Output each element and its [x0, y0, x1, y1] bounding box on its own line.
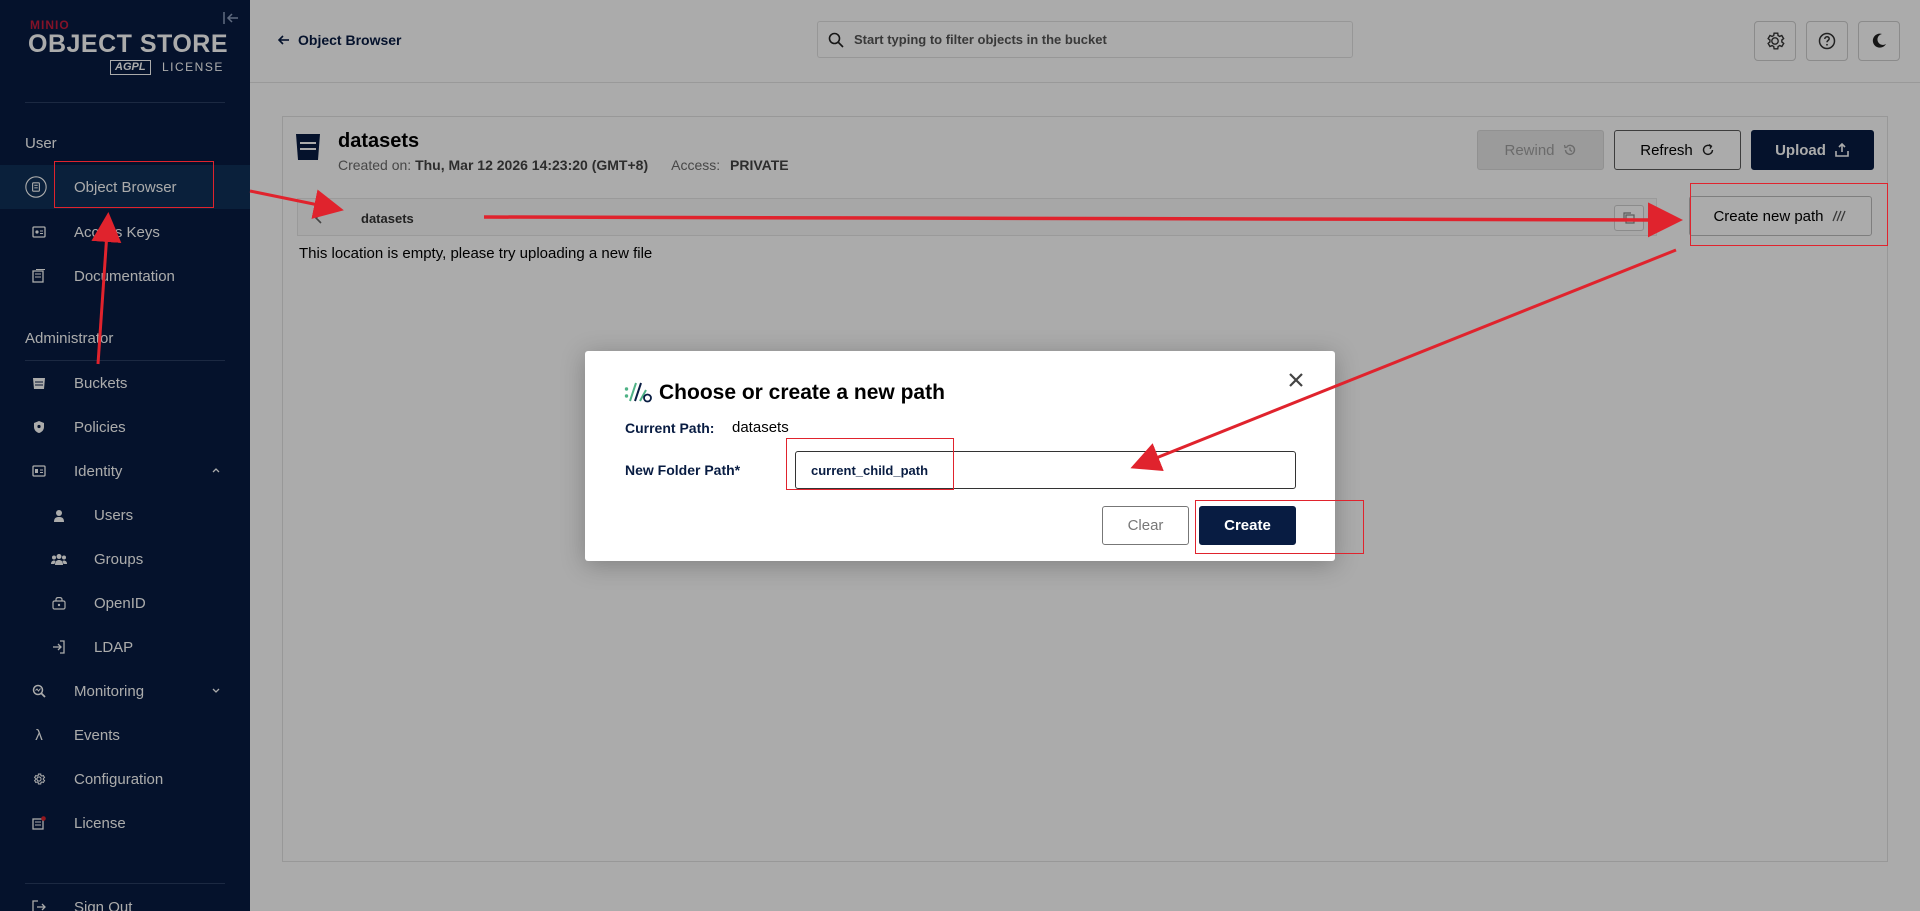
new-path-icon: [624, 382, 652, 403]
dialog-title: Choose or create a new path: [659, 381, 945, 404]
close-icon[interactable]: [1285, 369, 1307, 391]
new-folder-path-label: New Folder Path*: [625, 462, 741, 478]
annotation-box-object-browser: [54, 161, 214, 208]
annotation-box-create-new-path: [1690, 183, 1888, 246]
clear-button[interactable]: Clear: [1102, 506, 1189, 545]
annotation-box-create-button: [1195, 500, 1364, 554]
clear-label: Clear: [1127, 517, 1164, 534]
current-path-label: Current Path:: [625, 420, 715, 436]
annotation-box-path-input: [786, 438, 954, 490]
current-path-value: datasets: [732, 419, 789, 436]
